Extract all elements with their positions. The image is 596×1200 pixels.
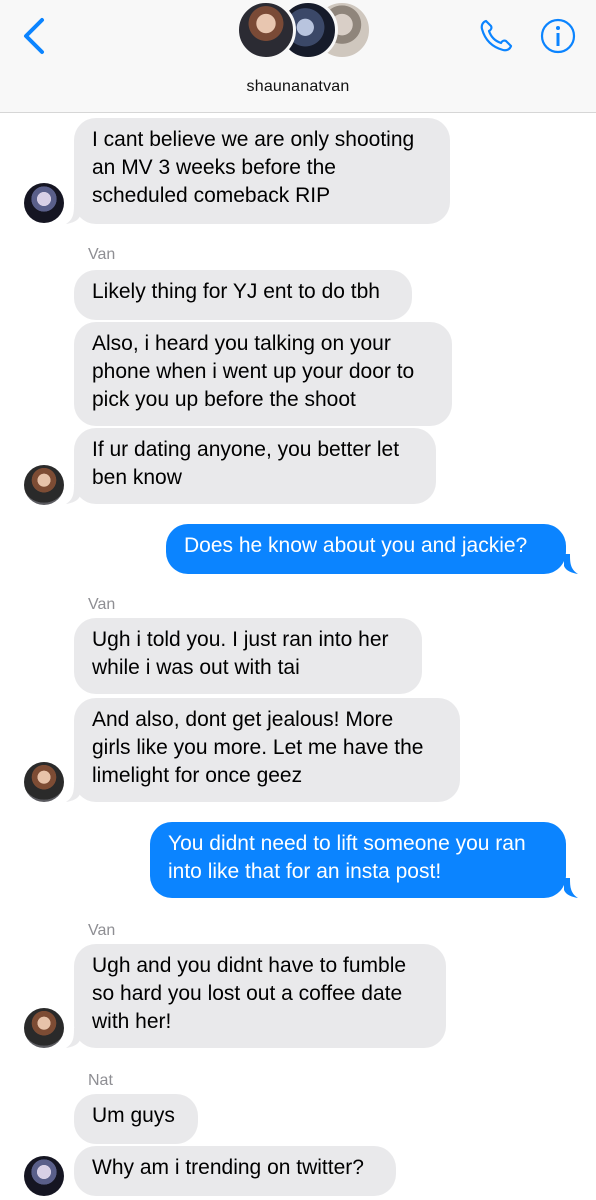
bubble-tail bbox=[66, 204, 80, 224]
avatar[interactable] bbox=[24, 465, 64, 505]
message-bubble-incoming[interactable]: Likely thing for YJ ent to do tbh bbox=[74, 270, 412, 320]
bubble-tail bbox=[66, 1028, 80, 1048]
message-line: limelight for once geez bbox=[92, 764, 303, 787]
bubble-tail bbox=[564, 878, 578, 898]
message-bubble-incoming[interactable]: Um guys bbox=[74, 1094, 198, 1144]
message-line: I cant believe we are only shooting bbox=[92, 128, 415, 151]
message-bubble-incoming[interactable]: Ugh and you didnt have to fumble so hard… bbox=[74, 944, 446, 1048]
message-bubble-incoming[interactable]: Also, i heard you talking on your phone … bbox=[74, 322, 452, 426]
message-text: Um guys bbox=[92, 1104, 175, 1127]
message-line: so hard you lost out a coffee date bbox=[92, 982, 403, 1005]
message-line: scheduled comeback RIP bbox=[92, 184, 331, 207]
message-bubble-outgoing[interactable]: You didnt need to lift someone you ran i… bbox=[150, 822, 566, 898]
message-line: pick you up before the shoot bbox=[92, 388, 356, 411]
message-line: ben know bbox=[92, 466, 182, 489]
message-line: If ur dating anyone, you better let bbox=[92, 438, 400, 461]
sender-name: Van bbox=[88, 922, 116, 939]
message-line: an MV 3 weeks before the bbox=[92, 156, 336, 179]
bubble-tail bbox=[66, 484, 80, 504]
message-bubble-incoming[interactable]: I cant believe we are only shooting an M… bbox=[74, 118, 450, 224]
message-line: Ugh and you didnt have to fumble bbox=[92, 954, 407, 977]
message-line: phone when i went up your door to bbox=[92, 360, 415, 383]
message-text: Why am i trending on twitter? bbox=[92, 1156, 364, 1179]
sender-name: Van bbox=[88, 596, 116, 613]
message-line: with her! bbox=[92, 1010, 172, 1033]
message-bubble-incoming[interactable]: And also, dont get jealous! More girls l… bbox=[74, 698, 460, 802]
avatar[interactable] bbox=[24, 183, 64, 223]
message-line: You didnt need to lift someone you ran bbox=[168, 832, 526, 855]
message-line: girls like you more. Let me have the bbox=[92, 736, 424, 759]
conversation-title[interactable]: shaunanatvan bbox=[0, 78, 596, 96]
avatar[interactable] bbox=[24, 1156, 64, 1196]
message-text: Likely thing for YJ ent to do tbh bbox=[92, 280, 380, 303]
sender-name: Nat bbox=[88, 1072, 113, 1089]
group-avatars[interactable] bbox=[236, 0, 372, 66]
message-line: into like that for an insta post! bbox=[168, 860, 442, 883]
phone-icon[interactable] bbox=[476, 16, 516, 56]
group-avatar bbox=[236, 0, 296, 60]
message-bubble-incoming[interactable]: Why am i trending on twitter? bbox=[74, 1146, 396, 1196]
info-icon[interactable] bbox=[538, 16, 578, 56]
message-text: Does he know about you and jackie? bbox=[184, 534, 528, 557]
avatar[interactable] bbox=[24, 762, 64, 802]
message-line: Also, i heard you talking on your bbox=[92, 332, 391, 355]
message-line: while i was out with tai bbox=[92, 656, 300, 679]
bubble-tail bbox=[66, 782, 80, 802]
message-bubble-incoming[interactable]: If ur dating anyone, you better let ben … bbox=[74, 428, 436, 504]
message-bubble-outgoing[interactable]: Does he know about you and jackie? bbox=[166, 524, 566, 574]
message-bubble-incoming[interactable]: Ugh i told you. I just ran into her whil… bbox=[74, 618, 422, 694]
avatar[interactable] bbox=[24, 1008, 64, 1048]
bubble-tail bbox=[564, 554, 578, 574]
message-line: Ugh i told you. I just ran into her bbox=[92, 628, 389, 651]
message-line: And also, dont get jealous! More bbox=[92, 708, 394, 731]
chevron-left-icon[interactable] bbox=[20, 16, 50, 56]
sender-name: Van bbox=[88, 246, 116, 263]
conversation-header: shaunanatvan bbox=[0, 0, 596, 113]
